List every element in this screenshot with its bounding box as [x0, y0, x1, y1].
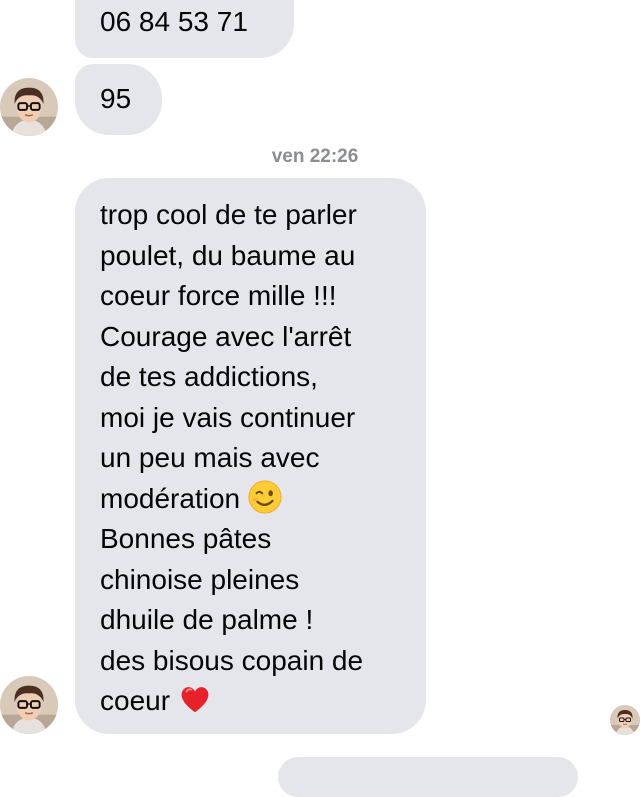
message-bubble[interactable]: trop cool de te parler poulet, du baume … — [75, 178, 426, 734]
message-line: un peu mais avec — [100, 442, 320, 473]
message-line: de tes addictions, — [100, 361, 318, 392]
message-line: trop cool de te parler — [100, 199, 357, 230]
message-line: dhuile de palme ! — [100, 604, 314, 635]
message-line: Bonnes pâtes — [100, 523, 272, 554]
avatar-image — [0, 78, 58, 136]
message-text: 95 — [100, 83, 132, 114]
message-bubble[interactable]: 95 — [75, 64, 162, 135]
message-bubble[interactable]: 06 84 53 71 — [75, 0, 294, 58]
contact-avatar[interactable] — [0, 78, 58, 136]
avatar-image — [0, 676, 58, 734]
contact-avatar[interactable] — [0, 676, 58, 734]
message-line: moi je vais continuer — [100, 401, 356, 433]
winking-face-emoji-icon — [248, 479, 282, 514]
message-timestamp: ven 22:26 — [271, 146, 359, 167]
message-line: chinoise pleines — [100, 563, 300, 595]
message-line: coeur force mille !!! — [100, 280, 337, 311]
message-line: des bisous copain de — [100, 644, 364, 676]
message-line: Courage avec l'arrêt — [100, 320, 352, 352]
message-line-with-emoji: coeur — [100, 681, 416, 722]
message-line-text: coeur — [100, 685, 171, 716]
red-heart-emoji-icon — [178, 682, 212, 716]
message-bubble-partial[interactable] — [278, 757, 578, 797]
message-line-with-emoji: modération — [100, 479, 416, 520]
message-line-text: modération — [100, 482, 241, 514]
seen-receipt-avatar — [610, 705, 640, 735]
avatar-image — [610, 705, 640, 735]
message-line: poulet, du baume au — [100, 239, 356, 271]
message-text: 06 84 53 71 — [100, 6, 248, 37]
